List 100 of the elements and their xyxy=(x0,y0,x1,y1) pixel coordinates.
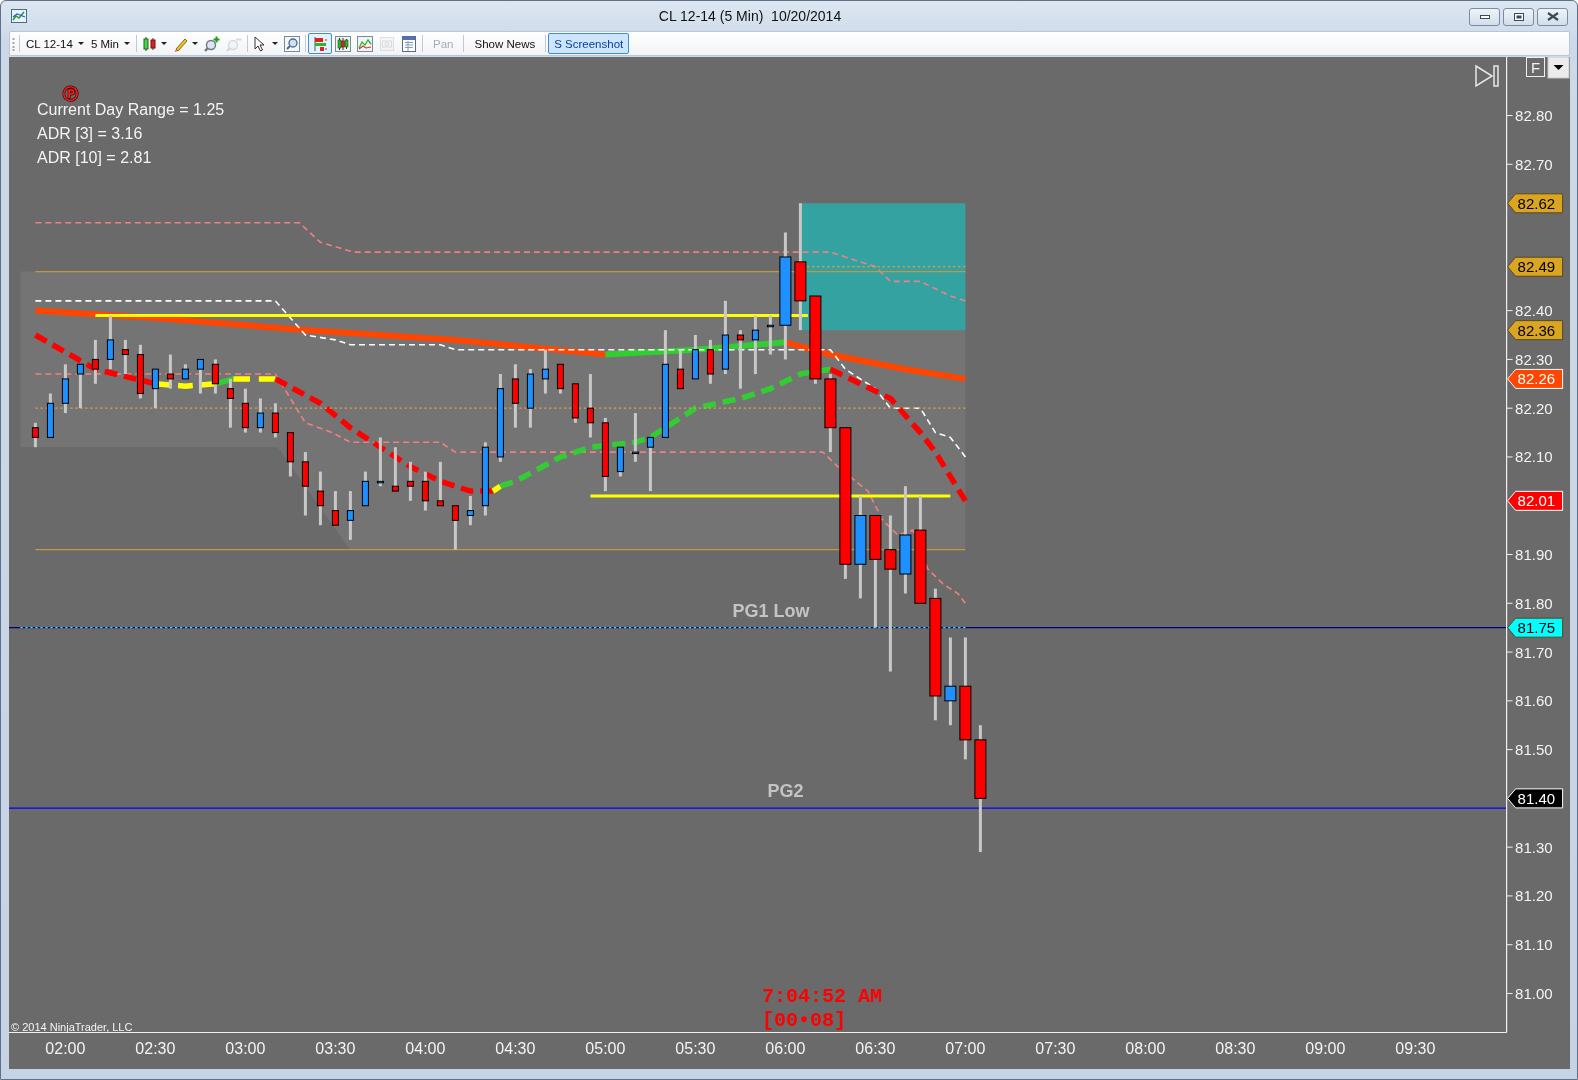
candles-button[interactable] xyxy=(332,33,354,54)
candle xyxy=(691,335,699,380)
candle xyxy=(136,344,144,399)
candle xyxy=(631,413,639,462)
grip-icon xyxy=(12,36,15,51)
clock-time: 7:04:52 AM xyxy=(762,985,883,1008)
time-axis-label: 02:30 xyxy=(135,1039,176,1057)
time-axis-label: 09:00 xyxy=(1305,1039,1346,1057)
caret-icon xyxy=(272,42,278,45)
candle xyxy=(571,383,579,423)
candle xyxy=(91,339,99,384)
candle xyxy=(46,393,54,438)
candle xyxy=(76,363,84,409)
candle xyxy=(451,505,459,550)
caret-icon xyxy=(124,42,130,45)
caret-icon xyxy=(192,42,198,45)
candlestick-icon xyxy=(142,35,158,52)
bars-button[interactable] xyxy=(308,33,332,54)
price-axis-label: 82.20 xyxy=(1515,399,1553,417)
price-axis-label: 82.70 xyxy=(1515,155,1553,173)
candle xyxy=(766,315,774,355)
show-news-button[interactable]: Show News xyxy=(466,33,544,54)
candle xyxy=(736,330,744,389)
table-icon xyxy=(401,35,417,52)
time-axis-label: 03:30 xyxy=(315,1039,356,1057)
candles-icon xyxy=(335,35,351,52)
caret-icon xyxy=(77,42,84,45)
candle xyxy=(106,315,114,370)
price-marker: 81.40 xyxy=(1507,788,1564,809)
candle xyxy=(406,461,414,501)
indicator-text: ADR [10] = 2.81 xyxy=(37,148,152,166)
magnifier-button[interactable] xyxy=(281,33,303,54)
candle xyxy=(271,403,279,438)
candle xyxy=(256,398,264,433)
price-axis-label: 81.70 xyxy=(1515,643,1553,661)
price-axis-label: 82.10 xyxy=(1515,448,1553,466)
candle xyxy=(466,496,474,526)
time-axis-label: 04:00 xyxy=(405,1039,446,1057)
restore-icon xyxy=(1513,12,1524,21)
price-axis-label: 81.00 xyxy=(1515,985,1553,1002)
time-axis-label: 05:00 xyxy=(585,1039,626,1057)
magnifier-icon xyxy=(284,35,300,52)
candle xyxy=(616,446,624,477)
candle xyxy=(526,369,534,428)
price-marker: 81.75 xyxy=(1507,617,1564,638)
price-marker: 82.49 xyxy=(1507,256,1564,277)
candle xyxy=(706,339,714,384)
candle xyxy=(586,374,594,438)
interval-dropdown[interactable]: 5 Min xyxy=(87,33,134,54)
zoom-in-icon xyxy=(204,35,220,52)
screenshot-button[interactable]: S Screenshot xyxy=(548,33,630,54)
price-marker: 82.36 xyxy=(1507,320,1564,341)
instrument-dropdown[interactable]: CL 12-14 xyxy=(23,33,88,54)
reference-line-label: PG1 Low xyxy=(732,600,810,621)
f-button[interactable]: F xyxy=(1526,57,1545,77)
candle xyxy=(346,491,354,540)
price-axis-label: 81.60 xyxy=(1515,692,1553,710)
price-axis-label: 82.40 xyxy=(1515,302,1553,320)
price-marker: 82.26 xyxy=(1507,368,1564,389)
skip-to-end-icon[interactable] xyxy=(1475,64,1499,88)
candle xyxy=(226,378,234,428)
close-button[interactable] xyxy=(1537,7,1568,26)
bar-countdown: [00•08] xyxy=(762,1009,846,1032)
dropdown-button[interactable] xyxy=(1547,57,1570,79)
candle xyxy=(61,364,69,414)
price-axis-label: 81.10 xyxy=(1515,936,1553,954)
candle xyxy=(196,358,204,394)
time-axis-label: 07:00 xyxy=(945,1039,986,1057)
chart-app-icon xyxy=(11,8,27,23)
time-axis-label: 08:00 xyxy=(1125,1039,1166,1057)
window-title: CL 12-14 (5 Min) 10/20/2014 xyxy=(657,7,843,24)
candle xyxy=(211,359,219,394)
price-axis-label: 82.80 xyxy=(1515,107,1553,125)
maximize-button[interactable] xyxy=(1503,7,1534,26)
candle xyxy=(646,436,654,492)
candle xyxy=(676,349,684,390)
indicator-text: ADR [3] = 3.16 xyxy=(37,124,143,142)
price-marker: 82.62 xyxy=(1507,193,1564,214)
close-icon xyxy=(1546,12,1559,21)
line-chart-icon xyxy=(357,35,373,52)
time-axis-label: 09:30 xyxy=(1395,1039,1436,1057)
candle xyxy=(556,363,564,394)
candle xyxy=(376,437,384,487)
time-axis-label: 03:00 xyxy=(225,1039,266,1057)
candle xyxy=(436,461,444,507)
banknote-icon xyxy=(379,35,395,52)
candle xyxy=(751,315,759,375)
time-axis-label: 06:00 xyxy=(765,1039,806,1057)
candle xyxy=(421,471,429,511)
reference-line-label: PG2 xyxy=(767,781,804,802)
price-axis-label: 81.30 xyxy=(1515,838,1553,856)
indicator-text: Current Day Range = 1.25 xyxy=(37,100,225,118)
minimize-button[interactable] xyxy=(1469,7,1500,26)
candle xyxy=(511,364,519,428)
minimize-icon xyxy=(1479,14,1490,19)
time-axis-label: 04:30 xyxy=(495,1039,536,1057)
candle xyxy=(301,452,309,516)
line-chart-button[interactable] xyxy=(354,33,376,54)
bars-icon xyxy=(312,35,328,52)
candle xyxy=(541,349,549,394)
